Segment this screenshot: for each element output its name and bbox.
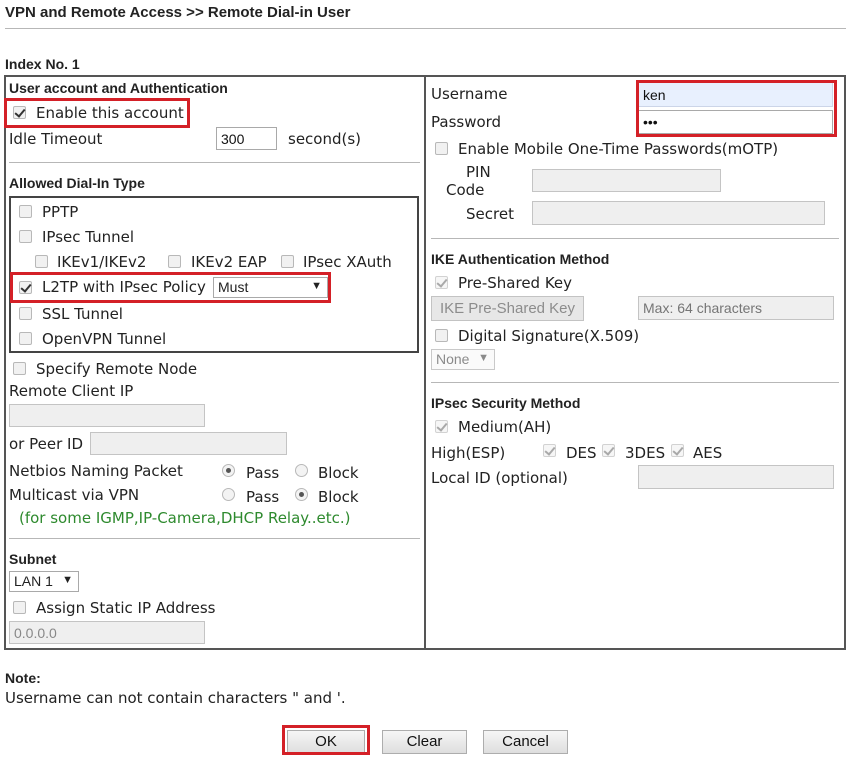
pptp-label: PPTP [42, 203, 79, 221]
assign-static-checkbox[interactable] [13, 601, 26, 614]
highlight-enable-account [4, 98, 190, 128]
netbios-pass-label: Pass [246, 464, 280, 482]
specify-remote-label: Specify Remote Node [36, 360, 198, 378]
multicast-pass-label: Pass [246, 488, 280, 506]
ikev2eap-checkbox[interactable] [168, 255, 181, 268]
des-label: DES [566, 444, 597, 462]
ikev2eap-label: IKEv2 EAP [191, 253, 267, 271]
username-label: Username [431, 85, 508, 103]
netbios-pass-radio[interactable] [222, 464, 235, 477]
index-label: Index No. 1 [5, 56, 80, 72]
3des-label: 3DES [625, 444, 666, 462]
netbios-block-radio[interactable] [295, 464, 308, 477]
medium-ah-checkbox[interactable] [435, 420, 448, 433]
idle-timeout-unit: second(s) [288, 130, 362, 148]
pin-label-line2: Code [446, 181, 485, 199]
netbios-label: Netbios Naming Packet [9, 462, 183, 480]
multicast-note: (for some IGMP,IP-Camera,DHCP Relay..etc… [19, 509, 351, 527]
motp-checkbox[interactable] [435, 142, 448, 155]
motp-label: Enable Mobile One-Time Passwords(mOTP) [458, 140, 779, 158]
des-checkbox[interactable] [543, 444, 556, 457]
local-id-input[interactable] [638, 465, 834, 489]
idle-timeout-input[interactable] [216, 127, 277, 150]
highlight-credentials [636, 80, 837, 137]
ikev1-checkbox[interactable] [35, 255, 48, 268]
ipsec-xauth-label: IPsec XAuth [303, 253, 392, 271]
digital-sig-label: Digital Signature(X.509) [458, 327, 640, 345]
remote-client-ip-input[interactable] [9, 404, 205, 427]
ipsec-section-title: IPsec Security Method [431, 395, 581, 411]
local-id-label: Local ID (optional) [431, 469, 568, 487]
aes-label: AES [693, 444, 723, 462]
page-title: VPN and Remote Access >> Remote Dial-in … [5, 4, 351, 21]
auth-section-title: User account and Authentication [9, 80, 228, 96]
multicast-block-radio[interactable] [295, 488, 308, 501]
static-ip-input[interactable] [9, 621, 205, 644]
remote-client-ip-label: Remote Client IP [9, 382, 134, 400]
pin-label-line1: PIN [466, 163, 491, 181]
divider [431, 382, 839, 383]
password-label: Password [431, 113, 502, 131]
ssl-tunnel-checkbox[interactable] [19, 307, 32, 320]
multicast-pass-radio[interactable] [222, 488, 235, 501]
netbios-block-label: Block [318, 464, 359, 482]
openvpn-label: OpenVPN Tunnel [42, 330, 167, 348]
multicast-block-label: Block [318, 488, 359, 506]
openvpn-checkbox[interactable] [19, 332, 32, 345]
idle-timeout-label: Idle Timeout [9, 130, 103, 148]
dropdown-arrow-icon: ▼ [62, 574, 73, 586]
assign-static-label: Assign Static IP Address [36, 599, 216, 617]
pin-code-input[interactable] [532, 169, 721, 192]
digital-sig-select[interactable]: None ▼ [431, 349, 495, 370]
ikev1-label: IKEv1/IKEv2 [57, 253, 147, 271]
medium-ah-label: Medium(AH) [458, 418, 552, 436]
aes-checkbox[interactable] [671, 444, 684, 457]
preshared-label: Pre-Shared Key [458, 274, 573, 292]
secret-label: Secret [466, 205, 514, 223]
highlight-ok [282, 725, 370, 755]
divider [9, 538, 420, 539]
divider [431, 238, 839, 239]
ipsec-tunnel-label: IPsec Tunnel [42, 228, 135, 246]
ipsec-xauth-checkbox[interactable] [281, 255, 294, 268]
subnet-select[interactable]: LAN 1 ▼ [9, 571, 79, 592]
header-divider [5, 28, 846, 29]
ipsec-tunnel-checkbox[interactable] [19, 230, 32, 243]
specify-remote-checkbox[interactable] [13, 362, 26, 375]
ike-section-title: IKE Authentication Method [431, 251, 610, 267]
dialin-section-title: Allowed Dial-In Type [9, 175, 145, 191]
high-esp-label: High(ESP) [431, 444, 506, 462]
pptp-checkbox[interactable] [19, 205, 32, 218]
subnet-title: Subnet [9, 551, 57, 567]
3des-checkbox[interactable] [602, 444, 615, 457]
clear-button[interactable]: Clear [382, 730, 467, 754]
digital-sig-checkbox[interactable] [435, 329, 448, 342]
ike-psk-button[interactable]: IKE Pre-Shared Key [431, 296, 584, 321]
peer-id-label: or Peer ID [9, 435, 83, 453]
peer-id-input[interactable] [90, 432, 287, 455]
divider [9, 162, 420, 163]
ike-psk-input[interactable] [638, 296, 834, 320]
subnet-value: LAN 1 [14, 573, 53, 589]
note-text: Username can not contain characters " an… [5, 689, 346, 707]
column-divider [424, 75, 426, 650]
cancel-button[interactable]: Cancel [483, 730, 568, 754]
secret-input[interactable] [532, 201, 825, 225]
multicast-label: Multicast via VPN [9, 486, 140, 504]
preshared-checkbox[interactable] [435, 276, 448, 289]
highlight-l2tp [10, 272, 331, 303]
ssl-tunnel-label: SSL Tunnel [42, 305, 123, 323]
dropdown-arrow-icon: ▼ [478, 352, 489, 364]
note-title: Note: [5, 670, 41, 686]
digital-sig-value: None [436, 351, 470, 367]
